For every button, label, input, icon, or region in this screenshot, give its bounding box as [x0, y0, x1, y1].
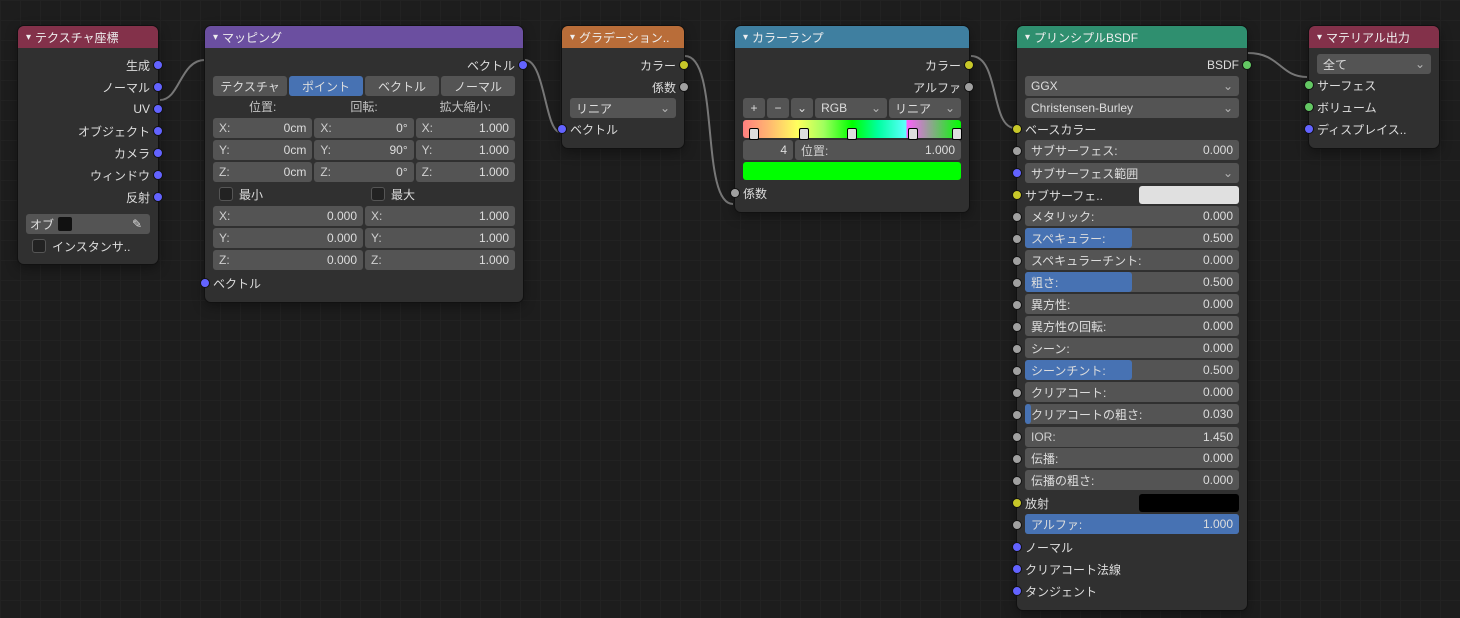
ramp-pos[interactable]: 位置:1.000 — [795, 140, 961, 160]
out-bsdf[interactable]: BSDF — [1025, 54, 1239, 76]
min-check[interactable]: 最小 — [213, 184, 363, 204]
node-header[interactable]: マテリアル出力 — [1309, 26, 1439, 48]
in-sheen[interactable]: シーン:0.000 — [1025, 338, 1239, 360]
node-colorramp[interactable]: カラーランプ カラー アルファ + − ⌄ RGB リニア 4 位置:1.000… — [735, 26, 969, 212]
node-output[interactable]: マテリアル出力 全て サーフェス ボリューム ディスプレイス.. — [1309, 26, 1439, 148]
in-vector[interactable]: ベクトル — [570, 118, 676, 140]
in-sub-radius[interactable]: サブサーフェス範囲 — [1025, 162, 1239, 184]
in-sub-color[interactable]: サブサーフェ.. — [1025, 184, 1239, 206]
object-picker[interactable]: オブ✎ — [26, 214, 150, 234]
output-target[interactable]: 全て — [1317, 54, 1431, 74]
in-normal[interactable]: ノーマル — [1025, 536, 1239, 558]
in-volume[interactable]: ボリューム — [1317, 96, 1431, 118]
ramp-del[interactable]: − — [767, 98, 789, 118]
scale-x[interactable]: X:1.000 — [416, 118, 515, 138]
in-ior[interactable]: IOR:1.450 — [1025, 426, 1239, 448]
in-trans-r[interactable]: 伝播の粗さ:0.000 — [1025, 470, 1239, 492]
in-clear[interactable]: クリアコート:0.000 — [1025, 382, 1239, 404]
loc-z[interactable]: Z:0cm — [213, 162, 312, 182]
scale-z[interactable]: Z:1.000 — [416, 162, 515, 182]
node-texcoord[interactable]: テクスチャ座標 生成 ノーマル UV オブジェクト カメラ ウィンドウ 反射 オ… — [18, 26, 158, 264]
max-check[interactable]: 最大 — [365, 184, 515, 204]
loc-y[interactable]: Y:0cm — [213, 140, 312, 160]
node-header[interactable]: グラデーション.. — [562, 26, 684, 48]
scale-y[interactable]: Y:1.000 — [416, 140, 515, 160]
ramp-interp[interactable]: リニア — [889, 98, 961, 118]
ramp-mode[interactable]: RGB — [815, 98, 887, 118]
in-fac[interactable]: 係数 — [743, 182, 961, 204]
in-subsurface[interactable]: サブサーフェス:0.000 — [1025, 140, 1239, 162]
in-vector[interactable]: ベクトル — [213, 272, 515, 294]
node-header[interactable]: カラーランプ — [735, 26, 969, 48]
in-emit[interactable]: 放射 — [1025, 492, 1239, 514]
ramp-add[interactable]: + — [743, 98, 765, 118]
in-tangent[interactable]: タンジェント — [1025, 580, 1239, 602]
in-cc-normal[interactable]: クリアコート法線 — [1025, 558, 1239, 580]
in-aniso-r[interactable]: 異方性の回転:0.000 — [1025, 316, 1239, 338]
node-header[interactable]: マッピング — [205, 26, 523, 48]
out-camera[interactable]: カメラ — [26, 142, 150, 164]
in-sheen-t[interactable]: シーンチント:0.500 — [1025, 360, 1239, 382]
out-normal[interactable]: ノーマル — [26, 76, 150, 98]
in-clear-r[interactable]: クリアコートの粗さ:0.030 — [1025, 404, 1239, 426]
in-spec-tint[interactable]: スペキュラーチント:0.000 — [1025, 250, 1239, 272]
node-header[interactable]: テクスチャ座標 — [18, 26, 158, 48]
out-color[interactable]: カラー — [570, 54, 676, 76]
in-metal[interactable]: メタリック:0.000 — [1025, 206, 1239, 228]
rot-x[interactable]: X:0° — [314, 118, 413, 138]
ramp-index[interactable]: 4 — [743, 140, 793, 160]
in-surface[interactable]: サーフェス — [1317, 74, 1431, 96]
tab-normal[interactable]: ノーマル — [441, 76, 515, 96]
loc-x[interactable]: X:0cm — [213, 118, 312, 138]
in-trans[interactable]: 伝播:0.000 — [1025, 448, 1239, 470]
out-color[interactable]: カラー — [743, 54, 961, 76]
distribution[interactable]: GGX — [1025, 76, 1239, 96]
node-mapping[interactable]: マッピング ベクトル テクスチャ ポイント ベクトル ノーマル 位置:回転:拡大… — [205, 26, 523, 302]
out-object[interactable]: オブジェクト — [26, 120, 150, 142]
rot-z[interactable]: Z:0° — [314, 162, 413, 182]
in-spec[interactable]: スペキュラー:0.500 — [1025, 228, 1239, 250]
in-base[interactable]: ベースカラー — [1025, 118, 1239, 140]
in-aniso[interactable]: 異方性:0.000 — [1025, 294, 1239, 316]
out-window[interactable]: ウィンドウ — [26, 164, 150, 186]
instancer-check[interactable]: インスタンサ.. — [26, 236, 150, 256]
out-reflection[interactable]: 反射 — [26, 186, 150, 208]
out-generated[interactable]: 生成 — [26, 54, 150, 76]
color-ramp[interactable] — [743, 120, 961, 138]
in-disp[interactable]: ディスプレイス.. — [1317, 118, 1431, 140]
node-bsdf[interactable]: プリンシプルBSDF BSDF GGX Christensen-Burley ベ… — [1017, 26, 1247, 610]
node-gradient[interactable]: グラデーション.. カラー 係数 リニア ベクトル — [562, 26, 684, 148]
tab-texture[interactable]: テクスチャ — [213, 76, 287, 96]
ramp-color[interactable] — [743, 162, 961, 180]
gradient-type[interactable]: リニア — [570, 98, 676, 118]
tab-vector[interactable]: ベクトル — [365, 76, 439, 96]
eyedropper-icon[interactable]: ✎ — [128, 217, 146, 231]
tab-point[interactable]: ポイント — [289, 76, 363, 96]
out-uv[interactable]: UV — [26, 98, 150, 120]
out-fac[interactable]: 係数 — [570, 76, 676, 98]
in-alpha[interactable]: アルファ:1.000 — [1025, 514, 1239, 536]
ramp-menu[interactable]: ⌄ — [791, 98, 813, 118]
out-vector[interactable]: ベクトル — [213, 54, 515, 76]
rot-y[interactable]: Y:90° — [314, 140, 413, 160]
node-header[interactable]: プリンシプルBSDF — [1017, 26, 1247, 48]
sss-method[interactable]: Christensen-Burley — [1025, 98, 1239, 118]
in-rough[interactable]: 粗さ:0.500 — [1025, 272, 1239, 294]
out-alpha[interactable]: アルファ — [743, 76, 961, 98]
